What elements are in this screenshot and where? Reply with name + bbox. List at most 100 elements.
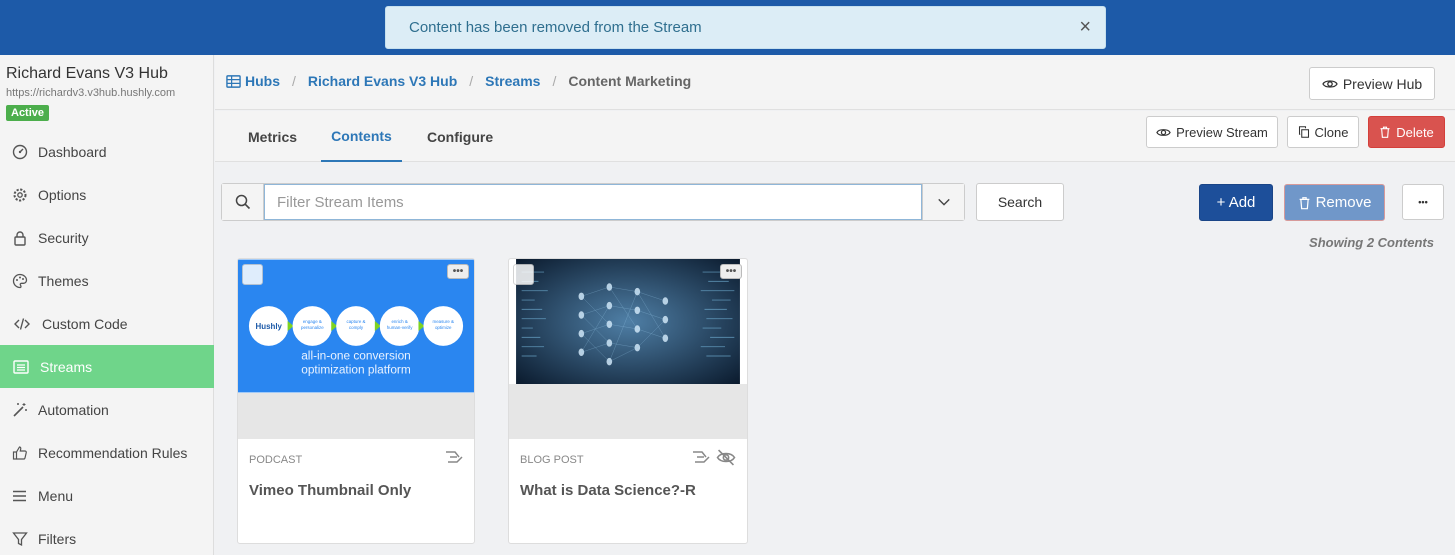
preview-stream-button[interactable]: Preview Stream [1146, 116, 1278, 148]
palette-icon [12, 273, 28, 288]
breadcrumb-hubs[interactable]: Hubs [245, 73, 280, 89]
card-placeholder [509, 384, 747, 439]
copy-icon [1298, 126, 1309, 138]
preview-hub-button[interactable]: Preview Hub [1309, 67, 1435, 100]
card-thumbnail [516, 259, 740, 384]
lock-icon [14, 230, 26, 246]
card-type: PODCAST [249, 454, 303, 466]
more-options-button[interactable]: ••• [1402, 184, 1444, 220]
delete-button[interactable]: Delete [1368, 116, 1445, 148]
card-placeholder [238, 393, 474, 439]
sidebar-item-label: Security [38, 229, 89, 246]
menu-icon [13, 490, 26, 501]
breadcrumb-separator: / [469, 73, 474, 89]
list-icon [13, 359, 29, 374]
hub-url: https://richardv3.v3hub.hushly.com [6, 87, 176, 99]
sidebar-item-label: Options [38, 186, 87, 203]
sidebar-item-streams[interactable]: Streams [0, 345, 214, 388]
sidebar-item-security[interactable]: Security [0, 216, 214, 259]
tab-contents[interactable]: Contents [321, 111, 402, 162]
card-more-button[interactable]: ••• [720, 264, 742, 279]
chevron-down-icon [937, 198, 950, 206]
svg-text:human-verify: human-verify [387, 325, 414, 330]
search-icon-addon [222, 184, 264, 220]
svg-text:enrich &: enrich & [391, 319, 407, 324]
svg-text:measure &: measure & [432, 319, 454, 324]
hub-title: Richard Evans V3 Hub [6, 65, 168, 82]
remove-button[interactable]: Remove [1284, 184, 1385, 221]
trash-icon [1380, 126, 1390, 138]
card-more-button[interactable]: ••• [447, 264, 469, 279]
sidebar: Richard Evans V3 Hub https://richardv3.v… [0, 55, 214, 555]
search-icon [235, 194, 250, 210]
code-icon [14, 317, 30, 330]
tab-bar: Metrics Contents Configure Preview Strea… [215, 111, 1455, 162]
svg-text:optimize: optimize [435, 325, 452, 330]
sidebar-item-options[interactable]: Options [0, 173, 214, 216]
add-button[interactable]: + Add [1199, 184, 1273, 221]
content-card[interactable]: Hushly engage & personalize capture & co… [237, 258, 475, 544]
card-title[interactable]: What is Data Science?-R [520, 482, 696, 499]
gear-icon [13, 188, 27, 201]
thumb-brand-text: Hushly [256, 322, 283, 331]
card-type: BLOG POST [520, 454, 584, 466]
sidebar-item-automation[interactable]: Automation [0, 388, 214, 431]
card-checkbox[interactable] [242, 264, 263, 285]
thumbs-up-icon [12, 445, 27, 460]
content-card[interactable]: ••• BLOG POST What is Data Science?-R [508, 258, 748, 544]
no-recommend-icon[interactable] [444, 449, 464, 465]
search-button[interactable]: Search [976, 183, 1064, 221]
preview-stream-label: Preview Stream [1176, 124, 1268, 140]
filter-dropdown[interactable] [922, 184, 964, 220]
card-checkbox[interactable] [513, 264, 534, 285]
status-badge: Active [6, 105, 50, 121]
svg-text:personalize: personalize [301, 325, 324, 330]
sidebar-item-label: Themes [38, 272, 89, 289]
tab-metrics[interactable]: Metrics [248, 111, 297, 162]
filter-input-group [221, 183, 965, 221]
sidebar-item-label: Custom Code [42, 315, 128, 332]
filter-input[interactable] [264, 184, 922, 220]
dashboard-icon [12, 144, 28, 159]
sidebar-item-dashboard[interactable]: Dashboard [0, 130, 214, 173]
breadcrumb: Hubs / Richard Evans V3 Hub / Streams / … [226, 73, 691, 89]
trash-icon [1299, 196, 1309, 209]
svg-text:comply: comply [349, 325, 364, 330]
breadcrumb-hub[interactable]: Richard Evans V3 Hub [308, 73, 457, 89]
preview-hub-label: Preview Hub [1342, 75, 1423, 92]
breadcrumb-separator: / [552, 73, 557, 89]
magic-wand-icon [13, 402, 27, 417]
eye-icon [1156, 128, 1171, 136]
sidebar-item-label: Streams [40, 358, 93, 375]
sidebar-item-label: Automation [38, 401, 109, 418]
sidebar-item-label: Dashboard [38, 143, 107, 160]
sidebar-item-custom-code[interactable]: Custom Code [0, 302, 214, 345]
eye-slash-icon[interactable] [715, 449, 737, 466]
sidebar-item-recommendation-rules[interactable]: Recommendation Rules [0, 431, 214, 474]
no-recommend-icon[interactable] [691, 449, 711, 465]
sidebar-item-label: Filters [38, 530, 77, 547]
sidebar-item-menu[interactable]: Menu [0, 474, 214, 517]
filter-icon [12, 531, 28, 546]
thumb-tagline-2: optimization platform [301, 363, 411, 377]
sidebar-item-label: Menu [38, 487, 74, 504]
sidebar-item-filters[interactable]: Filters [0, 517, 214, 555]
breadcrumb-separator: / [292, 73, 296, 89]
results-count: Showing 2 Contents [1309, 235, 1434, 250]
breadcrumb-current: Content Marketing [568, 73, 692, 89]
card-title[interactable]: Vimeo Thumbnail Only [249, 482, 411, 499]
breadcrumb-streams[interactable]: Streams [485, 73, 540, 89]
clone-label: Clone [1314, 124, 1349, 140]
sidebar-item-themes[interactable]: Themes [0, 259, 214, 302]
card-thumbnail: Hushly engage & personalize capture & co… [238, 259, 474, 393]
clone-button[interactable]: Clone [1287, 116, 1359, 148]
eye-icon [1322, 79, 1338, 88]
table-icon [226, 74, 241, 88]
close-icon[interactable]: × [1079, 16, 1091, 39]
sidebar-item-label: Recommendation Rules [38, 444, 188, 461]
remove-label: Remove [1315, 194, 1372, 211]
tab-configure[interactable]: Configure [427, 111, 493, 162]
card-icons [691, 449, 737, 466]
main-content: Hubs / Richard Evans V3 Hub / Streams / … [215, 55, 1455, 555]
svg-text:capture &: capture & [346, 319, 365, 324]
